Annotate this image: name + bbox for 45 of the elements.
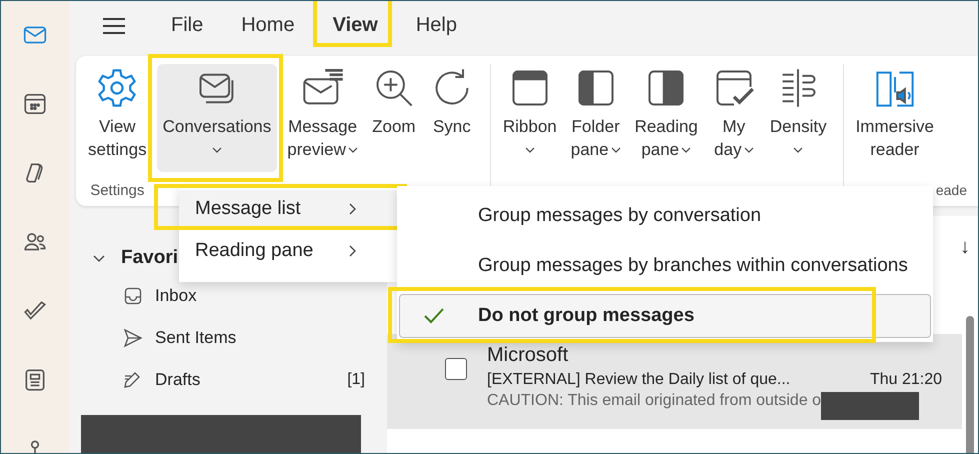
ribbon-button[interactable]: My day <box>708 64 760 172</box>
message-preview: CAUTION: This email originated from outside o <box>487 392 822 411</box>
chevron-icon <box>681 147 692 154</box>
menu-item[interactable]: Reading pane <box>179 232 397 270</box>
checkbox[interactable] <box>445 358 467 380</box>
ribbon-button[interactable]: Zoom <box>368 64 420 172</box>
group-label: Settings <box>89 182 146 199</box>
ribbon-button[interactable]: Immersive reader <box>852 64 938 172</box>
scrollbar[interactable] <box>966 316 974 453</box>
message-subject: [EXTERNAL] Review the Daily list of que... <box>487 371 790 389</box>
chevron-icon <box>793 146 804 153</box>
calendar-icon[interactable] <box>22 91 48 117</box>
chevron-icon <box>349 203 357 215</box>
menu-item[interactable]: Message list <box>179 190 397 228</box>
message-sender: Microsoft <box>487 344 570 367</box>
chevron-icon <box>212 146 222 153</box>
menu-tab[interactable]: View <box>328 8 382 44</box>
ribbon-button[interactable]: Message preview <box>283 64 362 172</box>
message-row[interactable]: Microsoft [EXTERNAL] Review the Daily list of que... Thu 21:20 CAUTION: This email originated from outside o <box>387 334 962 429</box>
message-time: Thu 21:20 <box>870 371 942 389</box>
folder-item[interactable]: Sent Items <box>81 317 387 359</box>
folder-item[interactable]: Drafts [1] <box>81 359 387 401</box>
menu-tab[interactable]: File <box>167 8 208 44</box>
ribbon-button[interactable]: Sync <box>426 64 478 172</box>
inbox-icon <box>123 286 143 306</box>
ribbon-button[interactable]: Reading pane <box>630 64 702 172</box>
menu-item[interactable]: Do not group messages <box>399 294 931 338</box>
menu-tab[interactable]: Help <box>412 8 461 44</box>
menu-icon[interactable] <box>101 17 127 35</box>
chevron-icon <box>610 147 621 154</box>
chevron-icon <box>744 147 754 154</box>
group-label: eade <box>934 182 967 198</box>
sort-arrow[interactable]: ↓ <box>960 236 970 258</box>
ribbon-button[interactable]: Folder pane <box>566 64 625 172</box>
chevron-icon <box>524 146 535 153</box>
section-header[interactable]: Favori <box>121 247 178 269</box>
menu-tab[interactable]: Home <box>237 8 299 44</box>
chevron-icon <box>349 245 357 257</box>
ribbon-button[interactable]: Conversations <box>156 64 278 172</box>
chevron-icon <box>348 147 358 154</box>
folder-item[interactable]: Inbox <box>81 275 387 317</box>
ribbon-button[interactable]: Ribbon <box>498 64 561 172</box>
ribbon-button[interactable]: Density <box>766 64 831 172</box>
sent-icon <box>123 328 143 348</box>
ribbon-button[interactable]: View settings <box>84 64 151 172</box>
